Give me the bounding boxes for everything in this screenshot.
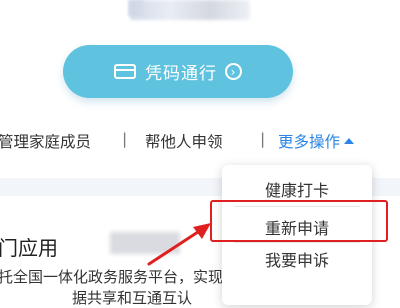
manage-family-link[interactable]: 管理家庭成员 xyxy=(0,130,91,152)
dropdown-item-appeal[interactable]: 我要申诉 xyxy=(222,247,372,271)
separator: | xyxy=(260,130,266,148)
red-arrow-icon xyxy=(147,223,211,266)
section-description-line2: 据共享和互通互认 xyxy=(72,289,193,307)
highlight-box xyxy=(210,200,388,242)
more-actions-label: 更多操作 xyxy=(278,133,341,151)
more-actions-button[interactable]: 更多操作 xyxy=(278,130,355,152)
divider xyxy=(234,242,360,243)
chevron-right-circle-icon: › xyxy=(225,63,242,80)
claim-for-others-link[interactable]: 帮他人申领 xyxy=(145,130,223,152)
caret-up-icon xyxy=(344,138,355,144)
dropdown-item-health-checkin[interactable]: 健康打卡 xyxy=(222,177,372,201)
section-title: 门应用 xyxy=(0,236,58,260)
pass-code-button[interactable]: 凭码通行 › xyxy=(63,45,293,98)
pass-code-label: 凭码通行 xyxy=(145,64,217,84)
card-icon xyxy=(114,64,136,79)
separator: | xyxy=(122,130,128,148)
blurred-user-name xyxy=(130,0,250,20)
